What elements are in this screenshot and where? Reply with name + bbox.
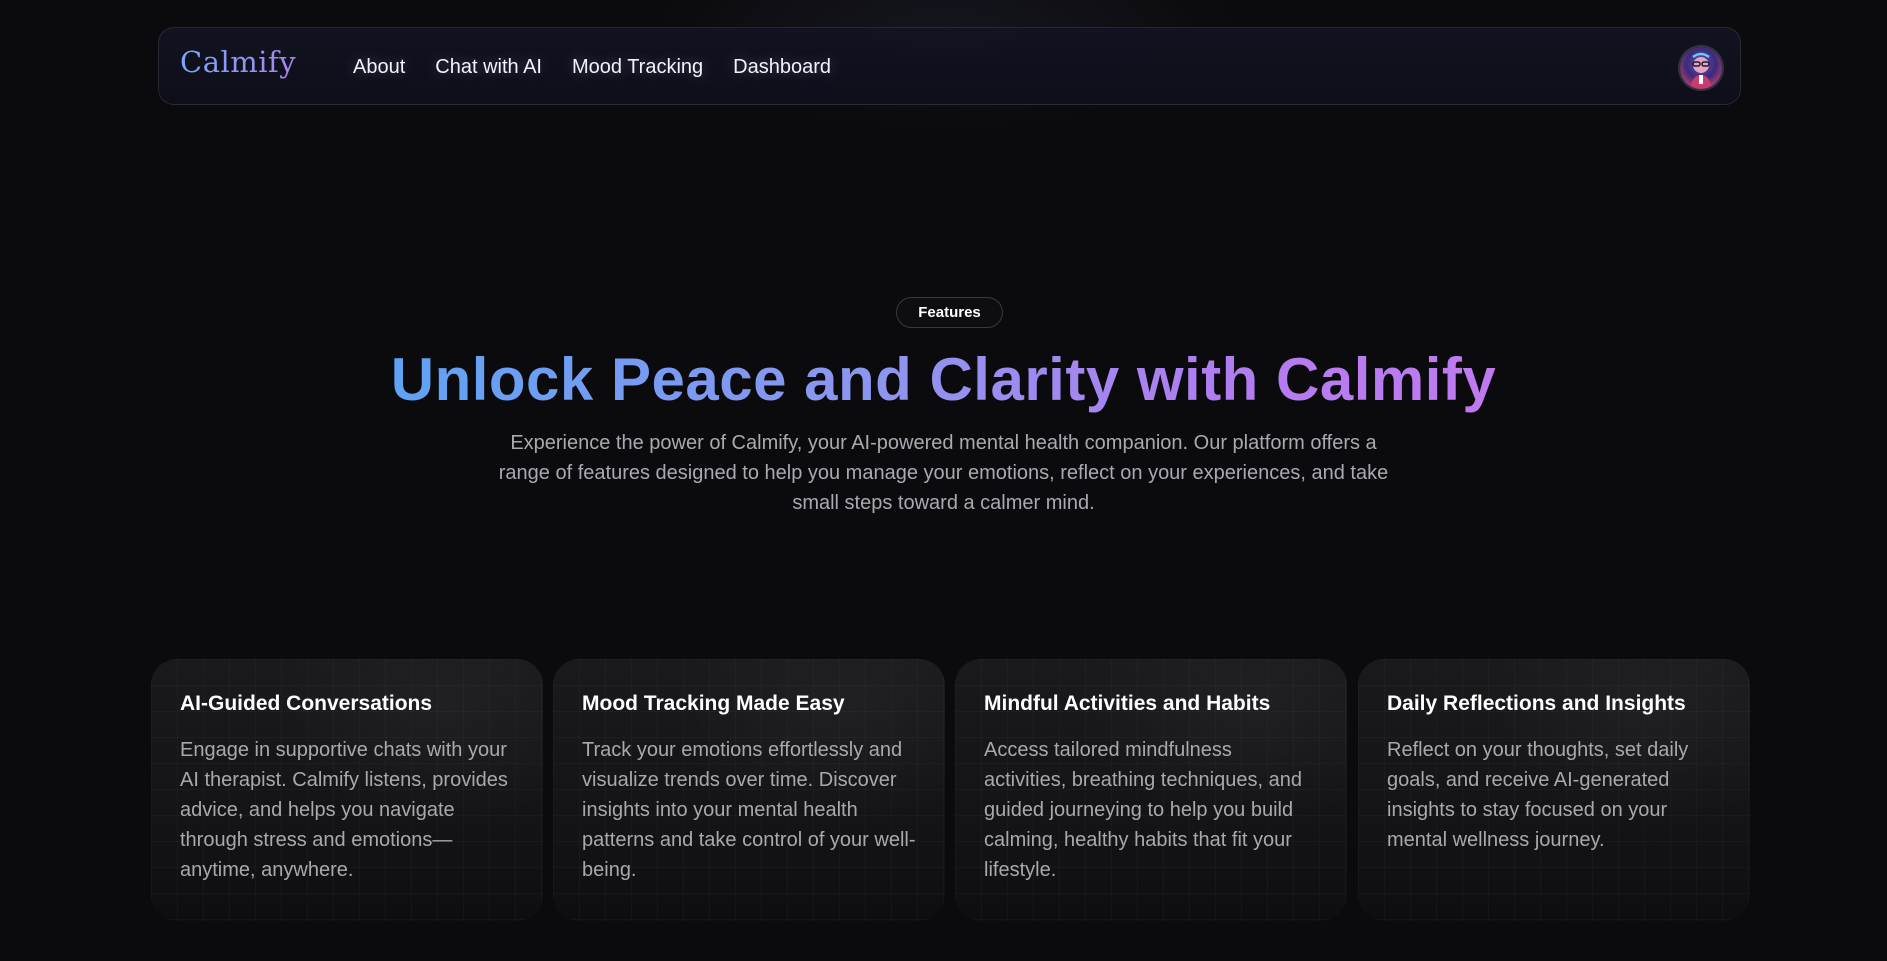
nav-link-dashboard[interactable]: Dashboard [733, 56, 831, 79]
feature-card-mindful-activities: Mindful Activities and Habits Access tai… [955, 659, 1347, 921]
hero-title-text: Unlock Peace and Clarity with Calmify [390, 346, 1497, 413]
feature-card-mood-tracking: Mood Tracking Made Easy Track your emoti… [553, 659, 945, 921]
feature-card-text: Access tailored mindfulness activities, … [984, 739, 1302, 881]
user-avatar-icon[interactable] [1680, 47, 1722, 89]
feature-card-ai-guided-conversations: AI-Guided Conversations Engage in suppor… [151, 659, 543, 921]
hero-title: Unlock Peace and Clarity with Calmify [0, 340, 1887, 420]
feature-card-title: Mindful Activities and Habits [984, 692, 1271, 715]
feature-card-title: AI-Guided Conversations [180, 692, 433, 715]
nav-links: About Chat with AI Mood Tracking Dashboa… [353, 28, 831, 106]
feature-card-text: Reflect on your thoughts, set daily goal… [1387, 739, 1689, 851]
hero-description: Experience the power of Calmify, your AI… [498, 432, 1389, 514]
feature-card-title: Mood Tracking Made Easy [582, 692, 845, 715]
nav-link-mood-tracking[interactable]: Mood Tracking [572, 56, 703, 79]
nav-link-chat-with-ai[interactable]: Chat with AI [435, 56, 542, 79]
navbar: Calmify About Chat with AI Mood Tracking… [158, 27, 1741, 105]
feature-card-daily-reflections: Daily Reflections and Insights Reflect o… [1358, 659, 1750, 921]
nav-link-about[interactable]: About [353, 56, 405, 79]
feature-card-text: Track your emotions effortlessly and vis… [582, 739, 916, 881]
feature-card-title: Daily Reflections and Insights [1387, 692, 1686, 715]
features-badge: Features [896, 297, 1003, 328]
logo[interactable]: Calmify [180, 45, 296, 79]
feature-card-text: Engage in supportive chats with your AI … [180, 739, 508, 881]
